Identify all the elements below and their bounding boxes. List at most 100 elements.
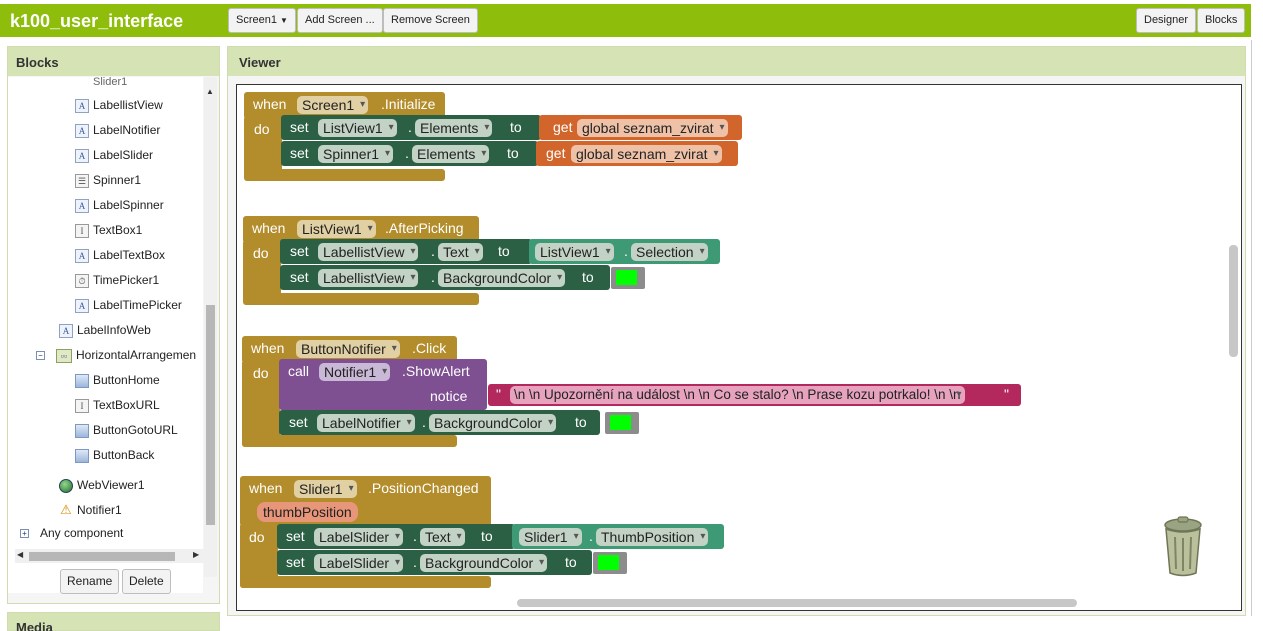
component-dropdown[interactable]: LabelNotifier (317, 414, 415, 432)
tree-vertical-scrollbar[interactable]: ▲ (204, 77, 217, 577)
tree-item-horizontalarrangement[interactable]: − ▫▫ HorizontalArrangemen (36, 346, 196, 364)
to-keyword: to (582, 269, 594, 285)
property-dropdown[interactable]: BackgroundColor (429, 414, 557, 432)
tree-item-labellistview[interactable]: A LabellistView (75, 96, 163, 114)
variable-dropdown[interactable]: global seznam_zvirat (577, 119, 728, 137)
text-block[interactable]: " \n \n Upozornění na událost \n \n Co s… (488, 384, 1021, 406)
setter-block[interactable]: set LabelNotifier . BackgroundColor to (279, 410, 600, 435)
event-parameter[interactable]: thumbPosition (257, 502, 358, 522)
trash-can-icon[interactable] (1159, 515, 1207, 579)
when-keyword: when (249, 480, 283, 496)
variable-dropdown[interactable]: global seznam_zvirat (571, 145, 722, 163)
tree-item-labelinfoweb[interactable]: A LabelInfoWeb (59, 321, 151, 339)
tree-horizontal-scrollbar[interactable]: ◀ ▶ (15, 549, 205, 563)
remove-screen-button[interactable]: Remove Screen (383, 8, 478, 33)
blocks-workspace[interactable]: when Screen1 .Initialize do set ListView… (236, 84, 1242, 611)
component-dropdown[interactable]: Notifier1 (319, 363, 391, 381)
color-block[interactable] (611, 267, 645, 289)
tree-item-label: LabelTextBox (93, 248, 166, 262)
tree-item-label: LabelTimePicker (93, 298, 182, 312)
component-getter-block[interactable]: Slider1 . ThumbPosition (512, 524, 724, 549)
workspace-horizontal-scrollbar[interactable] (517, 599, 1077, 607)
event-block-slider1-positionchanged[interactable]: when Slider1 .PositionChanged thumbPosit… (240, 476, 491, 526)
page-scrollbar-track[interactable] (1251, 40, 1263, 616)
dot-separator: . (624, 243, 628, 259)
tree-horizontal-scroll-thumb[interactable] (29, 552, 175, 561)
component-dropdown[interactable]: Screen1 (297, 96, 369, 114)
component-dropdown[interactable]: ListView1 (297, 220, 376, 238)
event-block-bottom (242, 435, 457, 447)
call-block-showalert[interactable]: call Notifier1 .ShowAlert notice (279, 359, 487, 410)
property-dropdown[interactable]: Elements (415, 119, 493, 137)
property-dropdown[interactable]: ThumbPosition (596, 528, 709, 546)
setter-block[interactable]: set ListView1 . Elements to (281, 115, 541, 140)
component-tree: Slider1 A LabellistView A LabelNotifier AL… (8, 77, 203, 593)
tree-item-slider1[interactable]: Slider1 (93, 77, 127, 91)
property-dropdown[interactable]: Selection (631, 243, 708, 261)
color-block[interactable] (593, 552, 627, 574)
property-dropdown[interactable]: BackgroundColor (438, 269, 566, 287)
tree-item-any-component[interactable]: + Any component (20, 524, 123, 542)
when-keyword: when (252, 220, 286, 236)
screen-dropdown[interactable]: Screen1 ▼ (228, 8, 296, 33)
dot-separator: . (431, 269, 435, 285)
workspace-vertical-scrollbar[interactable] (1229, 245, 1238, 357)
tree-item-notifier1[interactable]: ⚠ Notifier1 (59, 501, 122, 519)
tree-item-webviewer1[interactable]: WebViewer1 (59, 476, 145, 494)
component-dropdown[interactable]: ButtonNotifier (296, 340, 400, 358)
property-dropdown[interactable]: BackgroundColor (420, 554, 548, 572)
label-icon: A (75, 248, 89, 263)
setter-block[interactable]: set LabellistView . BackgroundColor to (280, 265, 610, 290)
dot-separator: . (422, 414, 426, 430)
color-block[interactable] (605, 412, 639, 434)
component-dropdown[interactable]: Slider1 (519, 528, 582, 546)
setter-block[interactable]: set LabelSlider . Text to (277, 524, 515, 549)
component-dropdown[interactable]: ListView1 (318, 119, 397, 137)
tree-item-labeltextbox[interactable]: A LabelTextBox (75, 246, 165, 264)
component-dropdown[interactable]: ListView1 (535, 243, 614, 261)
tree-item-textboxurl[interactable]: I TextBoxURL (75, 396, 160, 414)
component-dropdown[interactable]: LabelSlider (314, 554, 404, 572)
tree-item-labelspinner[interactable]: A LabelSpinner (75, 196, 164, 214)
tree-item-buttonback[interactable]: ButtonBack (75, 446, 154, 464)
getter-block[interactable]: get global seznam_zvirat (539, 115, 742, 140)
tree-item-spinner1[interactable]: ☰ Spinner1 (75, 171, 141, 189)
scroll-right-icon[interactable]: ▶ (193, 550, 199, 559)
component-dropdown[interactable]: LabellistView (318, 269, 419, 287)
tree-item-buttongotourl[interactable]: ButtonGotoURL (75, 421, 178, 439)
scroll-left-icon[interactable]: ◀ (17, 550, 23, 559)
setter-block[interactable]: set LabellistView . Text to (280, 239, 532, 264)
component-dropdown[interactable]: LabelSlider (314, 528, 404, 546)
tree-item-textbox1[interactable]: I TextBox1 (75, 221, 142, 239)
tree-item-labeltimepicker[interactable]: A LabelTimePicker (75, 296, 182, 314)
scroll-up-icon[interactable]: ▲ (206, 87, 214, 96)
add-screen-button[interactable]: Add Screen ... (297, 8, 383, 33)
arrangement-icon: ▫▫ (56, 348, 72, 363)
button-icon (75, 373, 89, 388)
notice-text-field[interactable]: \n \n Upozornění na událost \n \n Co se … (510, 386, 965, 404)
setter-block[interactable]: set Spinner1 . Elements to (281, 141, 538, 166)
blocks-button[interactable]: Blocks (1197, 8, 1246, 33)
tree-item-timepicker1[interactable]: ⏱ TimePicker1 (75, 271, 159, 289)
property-dropdown[interactable]: Text (438, 243, 483, 261)
delete-button[interactable]: Delete (122, 569, 171, 594)
tree-item-buttonhome[interactable]: ButtonHome (75, 371, 160, 389)
collapse-icon[interactable]: − (36, 351, 45, 361)
property-dropdown[interactable]: Text (420, 528, 465, 546)
component-dropdown[interactable]: Slider1 (294, 480, 357, 498)
tree-item-labelslider[interactable]: A LabelSlider (75, 146, 153, 164)
set-keyword: set (290, 145, 309, 161)
component-dropdown[interactable]: Spinner1 (318, 145, 394, 163)
rename-button[interactable]: Rename (60, 569, 120, 594)
event-name: .PositionChanged (368, 480, 479, 496)
component-dropdown[interactable]: LabellistView (318, 243, 419, 261)
notice-param-label: notice (430, 388, 468, 404)
setter-block[interactable]: set LabelSlider . BackgroundColor to (277, 550, 592, 575)
tree-vertical-scroll-thumb[interactable] (206, 305, 215, 525)
expand-icon[interactable]: + (20, 529, 29, 539)
component-getter-block[interactable]: ListView1 . Selection (529, 239, 720, 264)
getter-block[interactable]: get global seznam_zvirat (536, 141, 738, 166)
tree-item-labelnotifier[interactable]: A LabelNotifier (75, 121, 160, 139)
property-dropdown[interactable]: Elements (412, 145, 490, 163)
designer-button[interactable]: Designer (1136, 8, 1197, 33)
